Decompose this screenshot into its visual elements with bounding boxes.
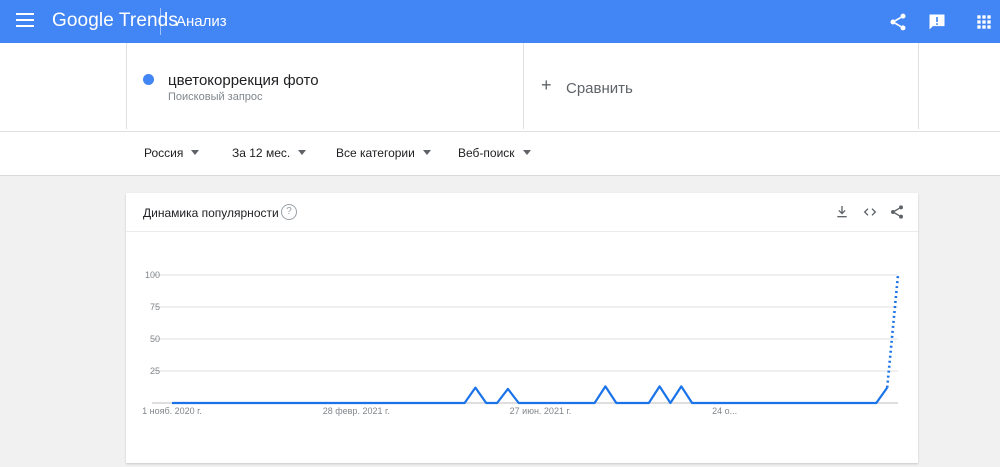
apps-icon[interactable] xyxy=(974,12,994,32)
compare-button[interactable]: + Сравнить xyxy=(522,43,919,129)
menu-icon[interactable] xyxy=(16,13,34,27)
search-type-value: Веб-поиск xyxy=(458,146,515,160)
feedback-icon[interactable] xyxy=(927,12,947,32)
download-icon[interactable] xyxy=(834,204,850,220)
search-term-name[interactable]: цветокоррекция фото xyxy=(168,72,319,89)
caret-down-icon xyxy=(422,150,431,155)
caret-down-icon xyxy=(298,150,307,155)
share-icon[interactable] xyxy=(888,12,908,32)
y-tick-label: 50 xyxy=(150,334,160,344)
caret-down-icon xyxy=(522,150,531,155)
search-terms-bar: цветокоррекция фото Поисковый запрос + С… xyxy=(0,43,1000,132)
period-value: За 12 мес. xyxy=(232,146,291,160)
top-app-bar: Google Trends Анализ xyxy=(0,0,1000,43)
series-line xyxy=(172,385,889,405)
search-type-dropdown[interactable]: Веб-поиск xyxy=(458,146,531,160)
region-value: Россия xyxy=(144,146,184,160)
page-title: Анализ xyxy=(176,13,227,30)
x-tick-label: 1 нояб. 2020 г. xyxy=(142,406,202,416)
category-dropdown[interactable]: Все категории xyxy=(336,146,431,160)
trend-chart[interactable]: 100 75 50 25 1 нояб. 2020 г. 28 февр. 2021 г.… xyxy=(126,231,918,463)
y-tick-label: 25 xyxy=(150,366,160,376)
x-tick-label: 28 февр. 2021 г. xyxy=(323,406,390,416)
interest-over-time-card: Динамика популярности ? 100 75 50 25 1 нояб.… xyxy=(126,193,918,463)
chart-title: Динамика популярности xyxy=(143,206,279,220)
region-dropdown[interactable]: Россия xyxy=(144,146,200,160)
search-term-card[interactable]: цветокоррекция фото Поисковый запрос xyxy=(126,43,524,129)
caret-down-icon xyxy=(191,150,200,155)
y-tick-label: 100 xyxy=(145,270,160,280)
share-icon[interactable] xyxy=(889,204,905,220)
plus-icon: + xyxy=(541,75,552,95)
header-divider xyxy=(160,8,161,35)
compare-label: Сравнить xyxy=(566,80,633,97)
help-icon[interactable]: ? xyxy=(281,204,297,220)
y-tick-label: 75 xyxy=(150,302,160,312)
x-tick-label: 24 о... xyxy=(712,406,737,416)
x-tick-label: 27 июн. 2021 г. xyxy=(510,406,571,416)
term-color-dot xyxy=(143,74,154,85)
search-term-type: Поисковый запрос xyxy=(168,91,263,103)
category-value: Все категории xyxy=(336,146,415,160)
filter-bar: Россия За 12 мес. Все категории Веб-поис… xyxy=(0,132,1000,176)
period-dropdown[interactable]: За 12 мес. xyxy=(232,146,307,160)
embed-icon[interactable] xyxy=(862,204,878,220)
chart-card-header: Динамика популярности ? xyxy=(126,193,918,232)
